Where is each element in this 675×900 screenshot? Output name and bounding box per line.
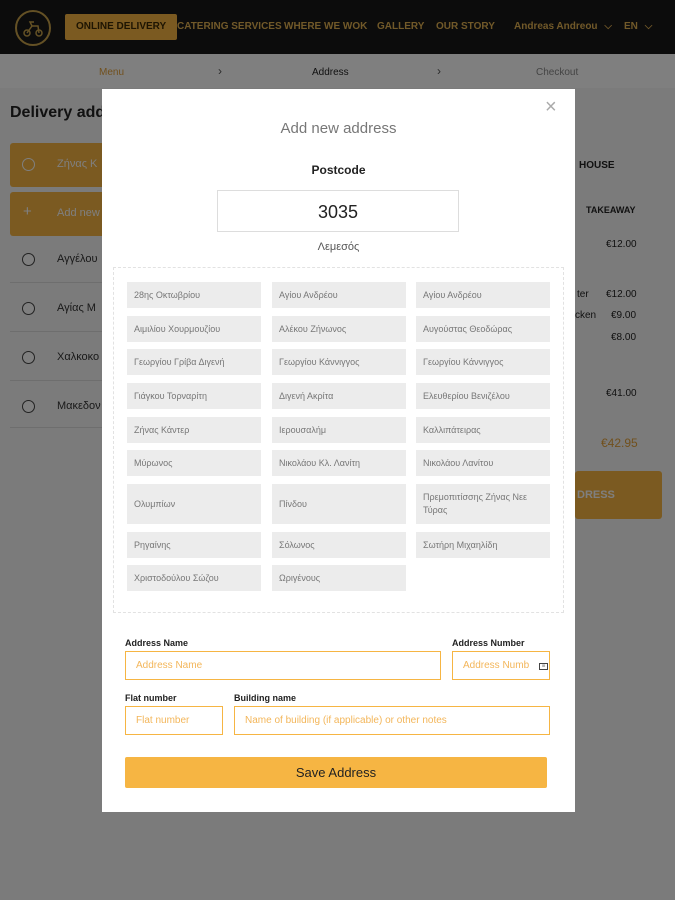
contact-card-icon: ≡ — [539, 663, 548, 670]
postcode-input[interactable]: 3035 — [217, 190, 459, 232]
street-list: 28ης Οκτωβρίου Αγίου Ανδρέου Αγίου Ανδρέου… — [113, 267, 564, 613]
street-option[interactable]: Αιμιλίου Χουρμουζίου — [127, 316, 261, 342]
street-option[interactable]: Χριστοδούλου Σώζου — [127, 565, 261, 591]
street-option[interactable]: Μύρωνος — [127, 450, 261, 476]
street-option[interactable]: Ρηγαίνης — [127, 532, 261, 558]
street-option[interactable]: Αυγούστας Θεοδώρας — [416, 316, 550, 342]
street-option[interactable]: Γεωργίου Γρίβα Διγενή — [127, 349, 261, 375]
postcode-label: Postcode — [311, 163, 366, 177]
street-option[interactable]: Σωτήρη Μιχαηλίδη — [416, 532, 550, 558]
street-option[interactable]: Ολυμπίων — [127, 484, 261, 524]
flat-number-input[interactable] — [125, 706, 223, 735]
flat-number-label: Flat number — [125, 693, 177, 703]
street-option[interactable]: Νικολάου Λανίτου — [416, 450, 550, 476]
close-icon[interactable]: × — [545, 97, 557, 117]
save-address-button[interactable]: Save Address — [125, 757, 547, 788]
street-option[interactable]: Αγίου Ανδρέου — [416, 282, 550, 308]
street-option[interactable]: Νικολάου Κλ. Λανίτη — [272, 450, 406, 476]
street-option[interactable]: Διγενή Ακρίτα — [272, 383, 406, 409]
street-option[interactable]: Σόλωνος — [272, 532, 406, 558]
street-option[interactable]: Ωριγένους — [272, 565, 406, 591]
street-option[interactable]: Πίνδου — [272, 484, 406, 524]
street-option[interactable]: 28ης Οκτωβρίου — [127, 282, 261, 308]
street-option[interactable]: Γιάγκου Τορναρίτη — [127, 383, 261, 409]
building-name-input[interactable] — [234, 706, 550, 735]
address-number-label: Address Number — [452, 638, 525, 648]
street-option[interactable]: Αγίου Ανδρέου — [272, 282, 406, 308]
add-address-modal: × Add new address Postcode 3035 Λεμεσός … — [102, 89, 575, 812]
address-name-label: Address Name — [125, 638, 189, 648]
street-option[interactable]: Πρεμοπιτίσσης Ζήνας Νεε Τύρας — [416, 484, 550, 524]
street-option[interactable]: Γεωργίου Κάννιγγος — [416, 349, 550, 375]
building-name-label: Building name — [234, 693, 297, 703]
city-name: Λεμεσός — [317, 241, 360, 253]
modal-title: Add new address — [280, 120, 397, 137]
street-option[interactable]: Καλλιπάτειρας — [416, 417, 550, 443]
street-option[interactable]: Ελευθερίου Βενιζέλου — [416, 383, 550, 409]
street-option[interactable]: Ιερουσαλήμ — [272, 417, 406, 443]
street-option[interactable]: Ζήνας Κάντερ — [127, 417, 261, 443]
street-option[interactable]: Γεωργίου Κάννιγγος — [272, 349, 406, 375]
address-name-input[interactable] — [125, 651, 441, 680]
street-option[interactable]: Αλέκου Ζήνωνος — [272, 316, 406, 342]
address-number-input[interactable] — [452, 651, 550, 680]
